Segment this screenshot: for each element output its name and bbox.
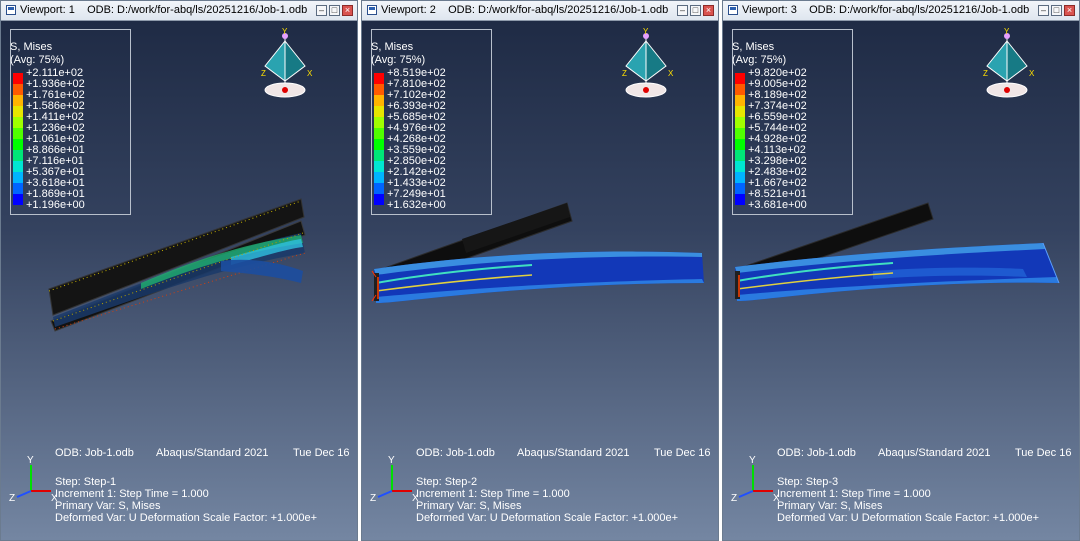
info-odb: ODB: Job-1.odb [55, 447, 134, 459]
info-date: Tue Dec 16 [654, 447, 711, 459]
svg-text:Y: Y [643, 27, 649, 36]
info-solver: Abaqus/Standard 2021 [156, 447, 269, 459]
viewport-title: Viewport: 2 ODB: D:/work/for-abq/ls/2025… [381, 4, 669, 16]
svg-text:Z: Z [731, 493, 737, 503]
info-primary-var: Primary Var: S, Mises [416, 500, 522, 512]
svg-text:Y: Y [27, 455, 34, 466]
svg-text:Z: Z [261, 69, 266, 78]
viewport-titlebar[interactable]: Viewport: 2 ODB: D:/work/for-abq/ls/2025… [362, 1, 718, 21]
svg-text:X: X [1029, 69, 1035, 78]
svg-text:X: X [307, 69, 313, 78]
close-button[interactable]: × [703, 5, 714, 16]
info-odb: ODB: Job-1.odb [777, 447, 856, 459]
svg-text:Z: Z [9, 493, 15, 503]
info-primary-var: Primary Var: S, Mises [777, 500, 883, 512]
coordinate-axes-icon: Y Z X [731, 455, 779, 503]
maximize-button[interactable]: □ [329, 5, 340, 16]
minimize-button[interactable]: – [1038, 5, 1049, 16]
svg-text:X: X [668, 69, 674, 78]
info-date: Tue Dec 16 [293, 447, 350, 459]
info-increment: Increment 1: Step Time = 1.000 [416, 488, 570, 500]
viewport-titlebar[interactable]: Viewport: 1 ODB: D:/work/for-abq/ls/2025… [1, 1, 357, 21]
minimize-button[interactable]: – [677, 5, 688, 16]
info-odb: ODB: Job-1.odb [416, 447, 495, 459]
viewport-1[interactable]: Viewport: 1 ODB: D:/work/for-abq/ls/2025… [0, 0, 358, 541]
maximize-button[interactable]: □ [1051, 5, 1062, 16]
view-triad-icon: Y Z X [261, 27, 313, 98]
info-step: Step: Step-1 [55, 476, 117, 488]
svg-text:X: X [51, 493, 57, 503]
info-increment: Increment 1: Step Time = 1.000 [777, 488, 931, 500]
svg-text:Y: Y [282, 27, 288, 36]
info-increment: Increment 1: Step Time = 1.000 [55, 488, 209, 500]
info-solver: Abaqus/Standard 2021 [878, 447, 991, 459]
svg-text:Z: Z [622, 69, 627, 78]
svg-text:X: X [773, 493, 779, 503]
info-primary-var: Primary Var: S, Mises [55, 500, 161, 512]
viewport-title: Viewport: 3 ODB: D:/work/for-abq/ls/2025… [742, 4, 1030, 16]
viewport-icon [6, 5, 16, 15]
coordinate-axes-icon: Y Z X [370, 455, 418, 503]
info-step: Step: Step-2 [416, 476, 478, 488]
viewport-3[interactable]: Viewport: 3 ODB: D:/work/for-abq/ls/2025… [722, 0, 1080, 541]
svg-text:Y: Y [388, 455, 395, 466]
view-triad-icon: Y Z X [622, 27, 674, 98]
view-triad-icon: Y Z X [983, 27, 1035, 98]
svg-text:X: X [412, 493, 418, 503]
svg-text:Z: Z [983, 69, 988, 78]
info-step: Step: Step-3 [777, 476, 839, 488]
viewport-canvas[interactable]: S, Mises (Avg: 75%) +9.820e+02 +9.005e+0… [723, 21, 1079, 540]
svg-text:Y: Y [1004, 27, 1010, 36]
close-button[interactable]: × [1064, 5, 1075, 16]
maximize-button[interactable]: □ [690, 5, 701, 16]
viewport-canvas[interactable]: S, Mises (Avg: 75%) +8.519e+02 +7.810e+0… [362, 21, 718, 540]
svg-text:Z: Z [370, 493, 376, 503]
viewport-icon [367, 5, 377, 15]
minimize-button[interactable]: – [316, 5, 327, 16]
viewport-title: Viewport: 1 ODB: D:/work/for-abq/ls/2025… [20, 4, 308, 16]
viewport-icon [728, 5, 738, 15]
viewport-2[interactable]: Viewport: 2 ODB: D:/work/for-abq/ls/2025… [361, 0, 719, 541]
info-date: Tue Dec 16 [1015, 447, 1072, 459]
info-deformed-var: Deformed Var: U Deformation Scale Factor… [777, 512, 1040, 524]
info-deformed-var: Deformed Var: U Deformation Scale Factor… [55, 512, 318, 524]
viewport-canvas[interactable]: S, Mises (Avg: 75%) +2.111e+02 +1.936e+0… [1, 21, 357, 540]
svg-text:Y: Y [749, 455, 756, 466]
info-deformed-var: Deformed Var: U Deformation Scale Factor… [416, 512, 679, 524]
info-solver: Abaqus/Standard 2021 [517, 447, 630, 459]
close-button[interactable]: × [342, 5, 353, 16]
coordinate-axes-icon: Y Z X [9, 455, 57, 503]
viewport-titlebar[interactable]: Viewport: 3 ODB: D:/work/for-abq/ls/2025… [723, 1, 1079, 21]
